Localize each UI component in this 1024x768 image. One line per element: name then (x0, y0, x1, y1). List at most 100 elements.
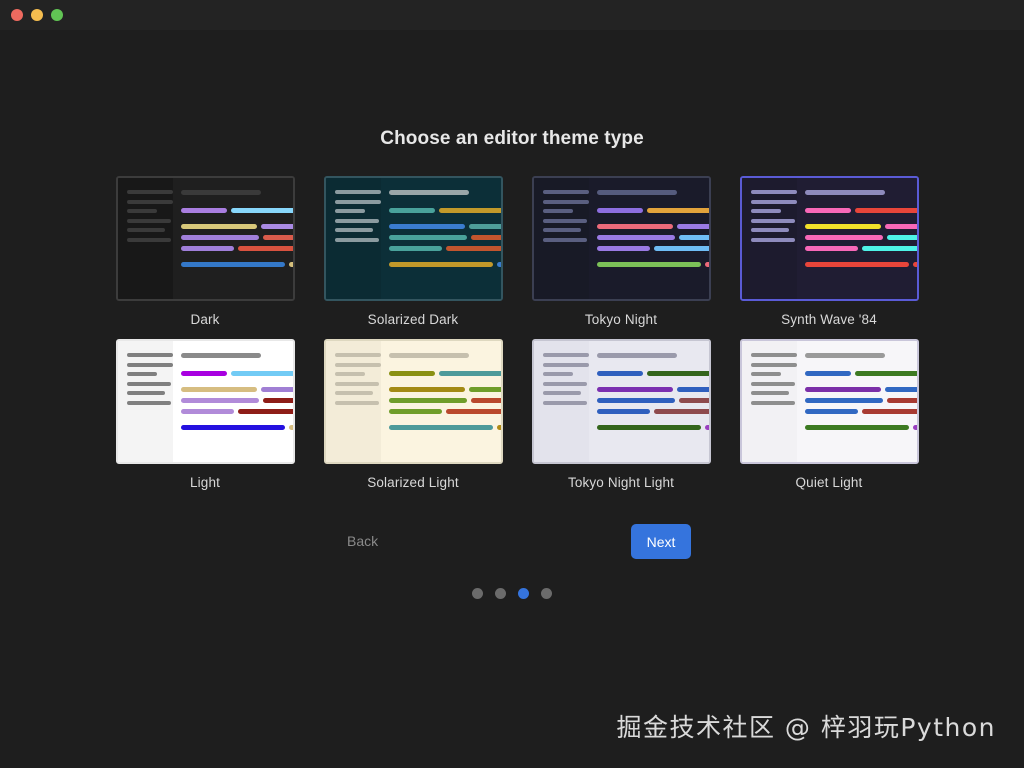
back-button[interactable]: Back (347, 533, 378, 549)
preview-sidebar (741, 341, 797, 462)
preview-code-row (180, 398, 293, 403)
theme-option-solarized-light[interactable]: Solarized Light (318, 339, 508, 490)
preview-code-bar (804, 246, 858, 251)
preview-code-bar (676, 387, 709, 392)
preview-code-row (388, 387, 501, 392)
preview-code-bar (180, 262, 285, 267)
theme-option-dark[interactable]: Dark (110, 176, 300, 327)
preview-sidebar-bar (750, 190, 797, 194)
theme-preview-card[interactable] (531, 339, 711, 464)
preview-sidebar-bar (126, 209, 157, 213)
preview-sidebar-bar (334, 353, 381, 357)
preview-code-bar (884, 224, 917, 229)
preview-code-row (388, 208, 501, 213)
theme-option-light[interactable]: Light (110, 339, 300, 490)
preview-code-row (804, 208, 917, 213)
preview-code-row (180, 224, 293, 229)
preview-sidebar-bar (750, 391, 789, 395)
preview-header-bar (388, 190, 469, 195)
preview-sidebar-bar (126, 391, 165, 395)
theme-preview-card[interactable] (115, 176, 295, 301)
preview-code-row (804, 398, 917, 403)
theme-label: Tokyo Night Light (567, 475, 675, 490)
theme-preview-card[interactable] (323, 339, 503, 464)
preview-code-bar (804, 387, 881, 392)
preview-code-bar (854, 371, 917, 376)
preview-code-row (804, 224, 917, 229)
preview-sidebar-bar (334, 190, 381, 194)
preview-code-row (180, 387, 293, 392)
preview-code-bar (496, 262, 501, 267)
preview-sidebar-bar (750, 209, 781, 213)
theme-option-quiet-light[interactable]: Quiet Light (734, 339, 924, 490)
preview-code-bar (180, 409, 234, 414)
page-title: Choose an editor theme type (380, 128, 644, 149)
theme-option-solarized-dark[interactable]: Solarized Dark (318, 176, 508, 327)
preview-code-row (804, 387, 917, 392)
preview-code-bar (804, 224, 881, 229)
preview-code-bar (445, 246, 501, 251)
preview-editor (796, 178, 917, 299)
preview-sidebar (117, 341, 173, 462)
preview-code-bar (180, 246, 234, 251)
preview-code-bar (596, 409, 650, 414)
window-close-button[interactable] (11, 9, 23, 21)
preview-header-bar (596, 190, 677, 195)
preview-code-bar (388, 425, 493, 430)
preview-code-bar (180, 425, 285, 430)
preview-code-bar (262, 398, 293, 403)
window-minimize-button[interactable] (31, 9, 43, 21)
preview-code-row (180, 190, 293, 195)
preview-code-bar (388, 409, 442, 414)
pager-dot[interactable] (495, 588, 506, 599)
pager-dot[interactable] (472, 588, 483, 599)
preview-code-bar (445, 409, 501, 414)
pager-dot[interactable] (541, 588, 552, 599)
window-titlebar (0, 0, 1024, 30)
preview-sidebar-bar (334, 381, 379, 386)
preview-sidebar-bar (750, 199, 797, 204)
theme-option-synth-wave-84[interactable]: Synth Wave '84 (734, 176, 924, 327)
preview-code-bar (804, 262, 909, 267)
preview-code-bar (388, 262, 493, 267)
theme-preview-card[interactable] (115, 339, 295, 464)
theme-preview-card[interactable] (323, 176, 503, 301)
next-button[interactable]: Next (631, 524, 691, 559)
preview-code-bar (180, 387, 257, 392)
preview-code-row (596, 353, 709, 358)
preview-code-bar (388, 224, 465, 229)
preview-code-row (388, 262, 501, 267)
theme-option-tokyo-night-light[interactable]: Tokyo Night Light (526, 339, 716, 490)
preview-code-bar (388, 235, 467, 240)
theme-preview-card[interactable] (739, 176, 919, 301)
preview-code-bar (496, 425, 501, 430)
preview-editor (796, 341, 917, 462)
preview-sidebar-bar (542, 381, 587, 386)
window-maximize-button[interactable] (51, 9, 63, 21)
preview-sidebar (533, 341, 589, 462)
preview-code-bar (646, 371, 709, 376)
theme-preview-card[interactable] (739, 339, 919, 464)
preview-code-bar (596, 246, 650, 251)
preview-editor (172, 178, 293, 299)
preview-sidebar (325, 178, 381, 299)
theme-label: Quiet Light (795, 475, 863, 490)
preview-code-bar (468, 224, 501, 229)
preview-sidebar-bar (750, 218, 795, 223)
preview-code-bar (646, 208, 709, 213)
preview-sidebar-bar (126, 362, 173, 367)
wizard-step-pager (0, 588, 1024, 599)
preview-header-bar (180, 353, 261, 358)
theme-preview-card[interactable] (531, 176, 711, 301)
preview-sidebar-bar (126, 372, 157, 376)
preview-code-bar (596, 208, 643, 213)
preview-sidebar-bar (542, 218, 587, 223)
preview-code-row (180, 425, 293, 430)
theme-option-tokyo-night[interactable]: Tokyo Night (526, 176, 716, 327)
preview-sidebar-bar (542, 190, 589, 194)
pager-dot-active[interactable] (518, 588, 529, 599)
preview-code-bar (470, 235, 501, 240)
preview-code-bar (804, 371, 851, 376)
preview-sidebar-bar (542, 199, 589, 204)
preview-sidebar-bar (334, 237, 379, 242)
